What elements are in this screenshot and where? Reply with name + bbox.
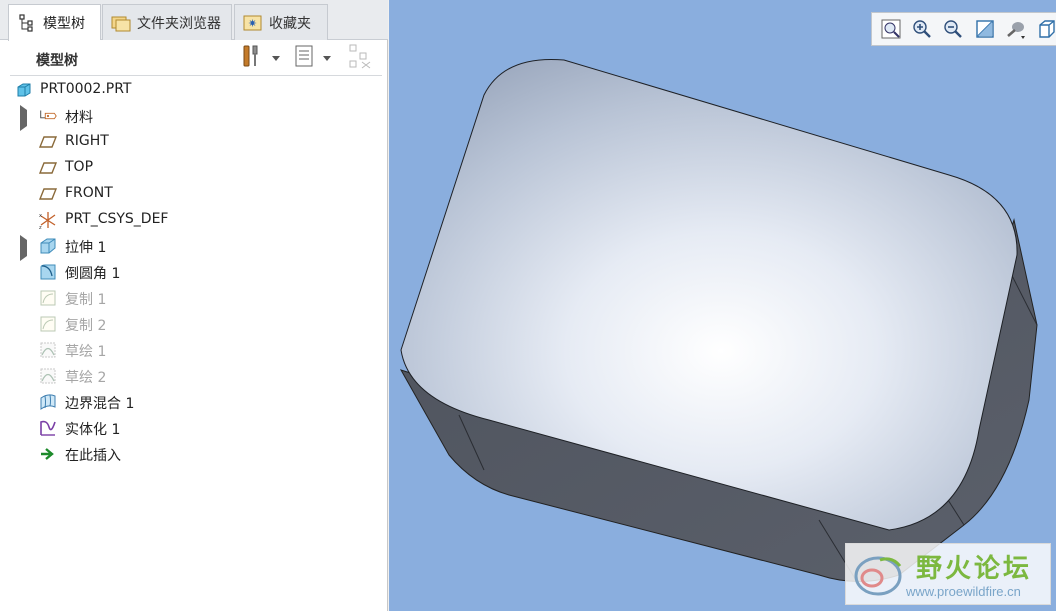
tree-item-label: 复制 1: [65, 292, 107, 308]
tree-item-boundary-blend[interactable]: 边界混合 1: [10, 389, 382, 415]
model-tree-title: 模型树: [36, 53, 78, 69]
expand-arrow-icon[interactable]: [20, 105, 32, 131]
view-toolbar: [871, 12, 1056, 46]
repaint-icon[interactable]: [972, 16, 997, 42]
display-style-icon[interactable]: [1003, 16, 1028, 42]
zoom-in-icon[interactable]: [909, 16, 934, 42]
tab-label: 模型树: [43, 16, 85, 32]
datum-plane-icon: [38, 158, 58, 178]
tree-show-button[interactable]: [293, 44, 343, 72]
expand-arrow-icon[interactable]: [20, 235, 32, 261]
material-icon: [38, 106, 58, 126]
tree-item-right-plane[interactable]: RIGHT: [10, 129, 382, 155]
part-model-render[interactable]: [389, 0, 1056, 611]
svg-text:✷: ✷: [248, 17, 257, 30]
round-icon: [38, 262, 58, 282]
tree-item-label: 拉伸 1: [65, 240, 107, 256]
tree-item-copy-2[interactable]: 复制 2: [10, 311, 382, 337]
tree-item-label: 草绘 1: [65, 344, 107, 360]
sketch-icon: [38, 366, 58, 386]
tree-item-label: TOP: [65, 159, 94, 175]
model-tree-icon: [15, 12, 39, 34]
solidify-icon: [38, 418, 58, 438]
tree-item-csys[interactable]: x z PRT_CSYS_DEF: [10, 207, 382, 233]
navigator-tabbar: 模型树 文件夹浏览器 ✷ 收藏夹: [0, 0, 388, 41]
datum-plane-icon: [38, 132, 58, 152]
copy-icon: [38, 314, 58, 334]
tree-settings-button[interactable]: [240, 44, 290, 72]
tree-item-solidify[interactable]: 实体化 1: [10, 415, 382, 441]
graphics-viewport[interactable]: 野火论坛 www.proewildfire.cn: [389, 0, 1056, 611]
chevron-down-icon: [323, 55, 331, 61]
watermark-logo-icon: [854, 556, 902, 596]
list-icon: [293, 43, 315, 73]
model-tree-toolbar: 模型树: [10, 40, 382, 76]
tab-label: 收藏夹: [269, 15, 311, 32]
tree-item-label: PRT0002.PRT: [40, 81, 132, 97]
tree-item-material[interactable]: 材料: [10, 103, 382, 131]
tree-item-label: 在此插入: [65, 448, 121, 464]
tree-item-insert-here[interactable]: 在此插入: [10, 441, 382, 467]
tree-item-label: 草绘 2: [65, 370, 107, 386]
tab-model-tree[interactable]: 模型树: [8, 4, 101, 41]
chevron-down-icon: [272, 55, 280, 61]
tree-item-label: 实体化 1: [65, 422, 121, 438]
tree-item-label: 倒圆角 1: [65, 266, 121, 282]
part-icon: [14, 80, 34, 100]
tree-item-extrude[interactable]: 拉伸 1: [10, 233, 382, 261]
tree-item-label: PRT_CSYS_DEF: [65, 211, 169, 227]
copy-icon: [38, 288, 58, 308]
datum-plane-icon: [38, 184, 58, 204]
tree-item-label: 边界混合 1: [65, 396, 135, 412]
tree-item-front-plane[interactable]: FRONT: [10, 181, 382, 207]
tab-favorites[interactable]: ✷ 收藏夹: [234, 4, 328, 40]
tab-label: 文件夹浏览器: [137, 15, 221, 32]
tree-item-label: RIGHT: [65, 133, 109, 149]
watermark-url: www.proewildfire.cn: [906, 584, 1021, 599]
tree-item-label: 复制 2: [65, 318, 107, 334]
csys-icon: x z: [38, 210, 58, 230]
svg-text:x: x: [39, 213, 42, 219]
tree-filter-icon: [348, 42, 374, 74]
sketch-icon: [38, 340, 58, 360]
watermark-title: 野火论坛: [916, 554, 1033, 584]
navigator-panel: 模型树 文件夹浏览器 ✷ 收藏夹 模型树 PRT0002.PRT 材料 RIGH…: [0, 0, 388, 611]
favorites-icon: ✷: [241, 12, 265, 34]
tree-filter-button[interactable]: [348, 44, 378, 72]
tree-item-label: FRONT: [65, 185, 113, 201]
tree-item-sketch-2[interactable]: 草绘 2: [10, 363, 382, 389]
saved-views-icon[interactable]: [1035, 16, 1056, 42]
settings-tools-icon: [240, 43, 264, 73]
app-window: 模型树 文件夹浏览器 ✷ 收藏夹 模型树 PRT0002.PRT 材料 RIGH…: [0, 0, 1056, 611]
svg-text:z: z: [39, 225, 42, 230]
boundary-blend-icon: [38, 392, 58, 412]
tree-item-part[interactable]: PRT0002.PRT: [10, 77, 382, 103]
tree-item-top-plane[interactable]: TOP: [10, 155, 382, 181]
forum-watermark: 野火论坛 www.proewildfire.cn: [845, 543, 1051, 605]
folder-icon: [109, 12, 133, 34]
zoom-out-icon[interactable]: [941, 16, 966, 42]
refit-icon[interactable]: [878, 16, 903, 42]
model-tree: PRT0002.PRT 材料 RIGHT TOP FRONT x z PRT_C…: [10, 77, 382, 467]
insert-arrow-icon: [38, 444, 58, 464]
tree-item-sketch-1[interactable]: 草绘 1: [10, 337, 382, 363]
tree-item-label: 材料: [65, 110, 93, 126]
tree-item-round[interactable]: 倒圆角 1: [10, 259, 382, 285]
extrude-icon: [38, 236, 58, 256]
tree-item-copy-1[interactable]: 复制 1: [10, 285, 382, 311]
tab-folder-browser[interactable]: 文件夹浏览器: [102, 4, 232, 40]
